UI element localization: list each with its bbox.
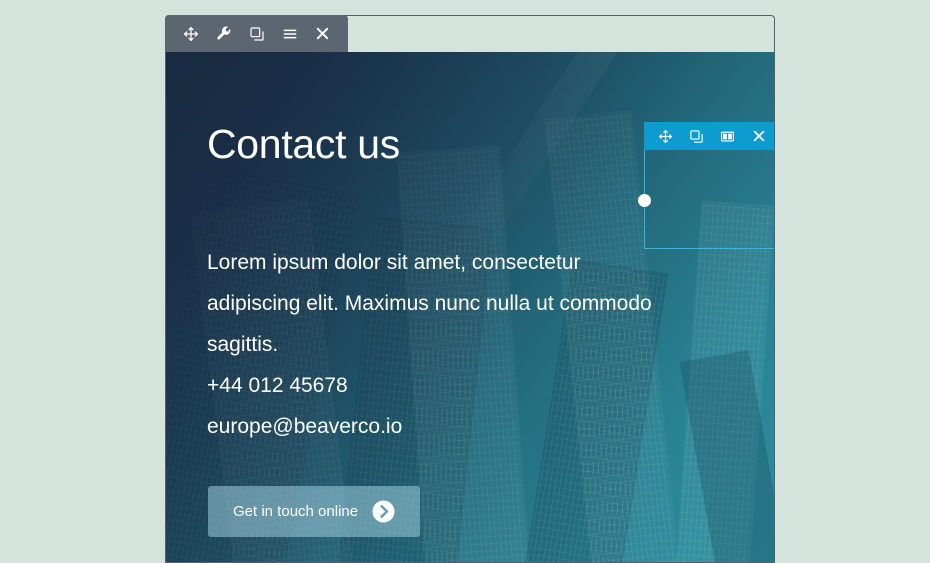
hero-text-block[interactable]: Lorem ipsum dolor sit amet, consectetur … (207, 242, 747, 447)
close-icon[interactable] (306, 19, 339, 49)
contact-phone: +44 012 45678 (207, 374, 348, 397)
close-icon-glyph (753, 130, 764, 142)
element-toolbar[interactable] (644, 122, 774, 150)
close-icon-glyph (316, 27, 329, 40)
get-in-touch-button[interactable]: Get in touch online (208, 486, 421, 537)
page-title[interactable]: Contact us (207, 121, 400, 167)
move-icon[interactable] (650, 123, 681, 149)
duplicate-icon[interactable] (240, 19, 273, 49)
close-icon[interactable] (743, 123, 774, 149)
paragraph-line: sagittis. (207, 333, 279, 356)
hero-background: Contact us Lorem ipsum dolor sit amet, c… (166, 52, 774, 562)
contact-email: europe@beaverco.io (207, 415, 403, 438)
wrench-icon-glyph (216, 25, 230, 39)
move-icon[interactable] (174, 19, 207, 49)
cta-label: Get in touch online (233, 503, 359, 520)
section-toolbar[interactable] (165, 15, 348, 52)
circle-arrow-right-icon (372, 500, 395, 523)
copy-icon-glyph (690, 129, 703, 143)
paragraph-line: adipiscing elit. Maximus nunc nulla ut c… (207, 292, 652, 315)
move-icon-glyph (183, 26, 198, 41)
duplicate-icon[interactable] (681, 123, 712, 149)
contact-us-section[interactable]: Contact us Lorem ipsum dolor sit amet, c… (165, 15, 775, 563)
resize-handle-left[interactable] (638, 194, 651, 207)
move-icon-glyph (658, 129, 673, 143)
copy-icon-glyph (249, 26, 264, 41)
menu-icon[interactable] (273, 19, 306, 49)
settings-icon[interactable] (207, 19, 240, 49)
editor-canvas: Contact us Lorem ipsum dolor sit amet, c… (0, 0, 930, 563)
columns-icon[interactable] (712, 123, 743, 149)
hamburger-icon-glyph (283, 29, 296, 38)
columns-icon-glyph (721, 131, 734, 141)
selected-element-outline[interactable] (638, 122, 774, 249)
